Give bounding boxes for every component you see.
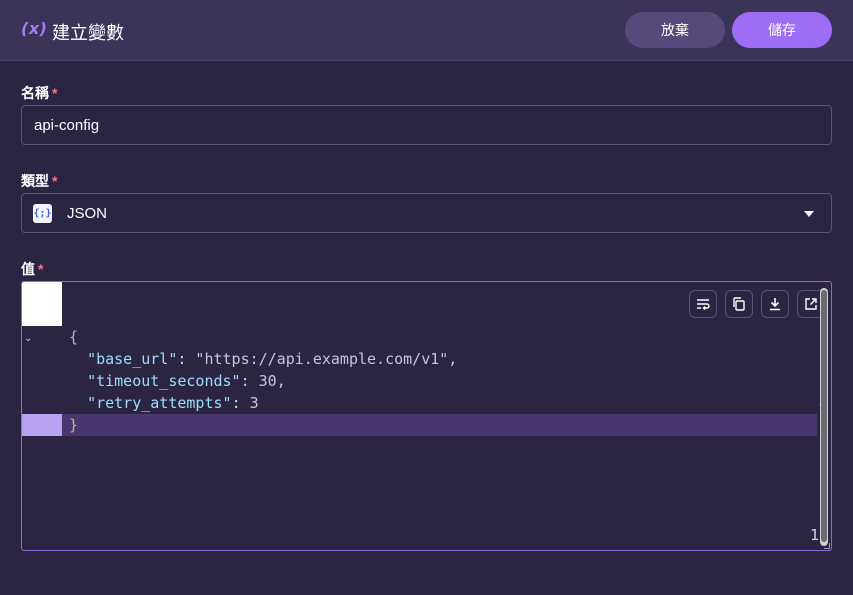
code-line[interactable]: "retry_attempts": 3 <box>69 392 259 414</box>
create-variable-dialog: (x) 建立變數 放棄 儲存 名稱* 類型* {;} JSON 值* ⌄ 123… <box>0 0 853 595</box>
required-mark: * <box>52 85 58 101</box>
value-label-text: 值 <box>21 261 35 277</box>
chevron-down-icon[interactable]: ⌄ <box>24 333 32 344</box>
editor-scrollbar[interactable] <box>820 288 828 546</box>
resize-handle[interactable] <box>824 543 830 549</box>
caret-down-icon <box>804 211 814 217</box>
name-label-text: 名稱 <box>21 85 49 101</box>
json-editor[interactable]: ⌄ 12345678910 { "base_url": "https://api… <box>21 281 832 551</box>
variable-icon: (x) <box>21 19 48 38</box>
code-line[interactable]: "timeout_seconds": 30, <box>69 370 286 392</box>
type-label: 類型 * <box>21 171 57 191</box>
editor-gutter-lines <box>22 326 62 550</box>
type-select-value: JSON <box>67 205 108 222</box>
type-select[interactable]: {;} JSON <box>21 193 832 233</box>
active-line-highlight <box>62 414 817 436</box>
name-label: 名稱 * <box>21 83 57 103</box>
dialog-title: 建立變數 <box>52 23 124 43</box>
type-label-text: 類型 <box>21 173 49 189</box>
open-external-icon <box>805 298 817 310</box>
required-mark: * <box>38 261 44 277</box>
wrap-button[interactable] <box>689 290 717 318</box>
name-input[interactable] <box>21 105 832 145</box>
code-line[interactable]: { <box>69 326 78 348</box>
wrap-icon <box>697 299 710 310</box>
download-icon <box>770 298 780 311</box>
copy-button[interactable] <box>725 290 753 318</box>
download-button[interactable] <box>761 290 789 318</box>
dialog-header: (x) 建立變數 放棄 儲存 <box>0 0 853 61</box>
copy-icon <box>733 297 745 311</box>
code-line[interactable]: "base_url": "https://api.example.com/v1"… <box>69 348 457 370</box>
save-button[interactable]: 儲存 <box>732 12 832 48</box>
scrollbar-thumb[interactable] <box>821 290 827 542</box>
required-mark: * <box>52 173 58 189</box>
json-icon: {;} <box>33 204 52 223</box>
code-line[interactable]: } <box>69 414 78 436</box>
value-label: 值 * <box>21 259 43 279</box>
active-line-gutter <box>22 414 62 436</box>
discard-button[interactable]: 放棄 <box>625 12 725 48</box>
